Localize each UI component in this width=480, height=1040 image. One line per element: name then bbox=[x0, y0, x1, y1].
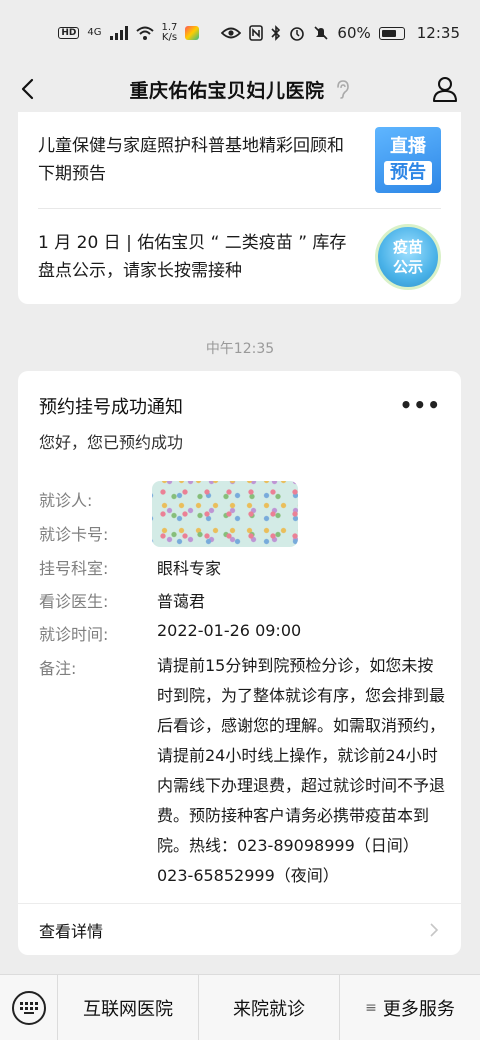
thumb-text-line1: 疫苗 bbox=[392, 237, 423, 256]
bluetooth-icon bbox=[271, 25, 281, 41]
article-list-card: 儿童保健与家庭照护科普基地精彩回顾和下期预告 直播 预告 1 月 20 日 | … bbox=[18, 112, 461, 304]
thumb-text-line1: 直播 bbox=[390, 136, 426, 157]
menu-more-services[interactable]: ≡ 更多服务 bbox=[340, 975, 480, 1040]
signal-icon bbox=[109, 26, 128, 40]
article-item-vaccine-notice[interactable]: 1 月 20 日 | 佑佑宝贝 “ 二类疫苗 ” 库存盘点公示，请家长按需接种 … bbox=[38, 208, 441, 304]
visit-time-value: 2022-01-26 09:00 bbox=[157, 621, 302, 640]
thumb-text-line2: 预告 bbox=[384, 161, 432, 185]
menu-hospital-visit[interactable]: 来院就诊 bbox=[199, 975, 340, 1040]
hd-indicator: HD bbox=[58, 27, 80, 39]
menu-label: 更多服务 bbox=[382, 998, 455, 1020]
nav-bar: 重庆佑佑宝贝妇儿医院 bbox=[0, 66, 480, 112]
bottom-menu-bar: 互联网医院 来院就诊 ≡ 更多服务 bbox=[0, 974, 480, 1040]
remark-label: 备注: bbox=[39, 659, 77, 678]
page-title: 重庆佑佑宝贝妇儿医院 bbox=[129, 79, 325, 102]
menu-internet-hospital[interactable]: 互联网医院 bbox=[58, 975, 199, 1040]
patient-label: 就诊人: bbox=[39, 491, 93, 510]
live-preview-thumbnail: 直播 预告 bbox=[375, 127, 441, 193]
user-profile-icon[interactable] bbox=[430, 74, 460, 104]
ear-icon bbox=[335, 79, 351, 99]
keyboard-toggle-button[interactable] bbox=[0, 975, 58, 1040]
menu-label: 互联网医院 bbox=[83, 998, 173, 1020]
department-value: 眼科专家 bbox=[157, 559, 222, 578]
eye-icon bbox=[221, 27, 242, 39]
battery-icon bbox=[378, 26, 405, 40]
network-type: 4G bbox=[87, 27, 102, 38]
chevron-right-icon bbox=[428, 922, 440, 938]
alarm-icon bbox=[289, 25, 305, 41]
article-item-live-preview[interactable]: 儿童保健与家庭照护科普基地精彩回顾和下期预告 直播 预告 bbox=[38, 112, 441, 208]
app-notification-icon bbox=[185, 26, 200, 40]
keyboard-icon bbox=[11, 990, 46, 1025]
status-bar: HD 4G 1.7 K/s 60% 12:35 bbox=[0, 0, 480, 66]
notice-subtitle: 您好，您已预约成功 bbox=[39, 433, 184, 452]
notice-title: 预约挂号成功通知 bbox=[39, 397, 183, 418]
mute-icon bbox=[313, 25, 329, 41]
doctor-value: 普蔼君 bbox=[157, 592, 206, 611]
battery-percent: 60% bbox=[337, 24, 371, 42]
nfc-icon bbox=[249, 25, 264, 41]
network-speed: 1.7 K/s bbox=[162, 23, 178, 43]
article-title: 儿童保健与家庭照护科普基地精彩回顾和下期预告 bbox=[38, 136, 344, 184]
remark-value: 请提前15分钟到院预检分诊，如您未按时到院，为了整体就诊有序，您会排到最后看诊，… bbox=[157, 656, 446, 885]
article-title: 1 月 20 日 | 佑佑宝贝 “ 二类疫苗 ” 库存盘点公示，请家长按需接种 bbox=[38, 232, 347, 281]
card-number-label: 就诊卡号: bbox=[39, 525, 109, 544]
wifi-icon bbox=[135, 26, 154, 40]
back-arrow-icon[interactable] bbox=[14, 74, 44, 104]
doctor-label: 看诊医生: bbox=[39, 592, 109, 611]
submenu-icon: ≡ bbox=[365, 999, 377, 1016]
vaccine-notice-thumbnail: 疫苗 公示 bbox=[375, 223, 441, 290]
department-label: 挂号科室: bbox=[39, 559, 109, 578]
message-timestamp: 中午12:35 bbox=[205, 341, 275, 357]
speed-unit: K/s bbox=[161, 32, 178, 43]
appointment-notice-card[interactable]: 预约挂号成功通知 ••• 您好，您已预约成功 就诊人: 就诊卡号: 挂号科室: … bbox=[18, 371, 461, 955]
visit-time-label: 就诊时间: bbox=[39, 625, 109, 644]
more-options-icon[interactable]: ••• bbox=[400, 393, 441, 417]
view-details-row[interactable]: 查看详情 bbox=[18, 903, 461, 955]
thumb-text-line2: 公示 bbox=[392, 257, 423, 276]
menu-label: 来院就诊 bbox=[233, 998, 305, 1020]
clock: 12:35 bbox=[416, 24, 460, 42]
view-details-label: 查看详情 bbox=[39, 921, 104, 941]
privacy-mosaic bbox=[152, 481, 298, 547]
